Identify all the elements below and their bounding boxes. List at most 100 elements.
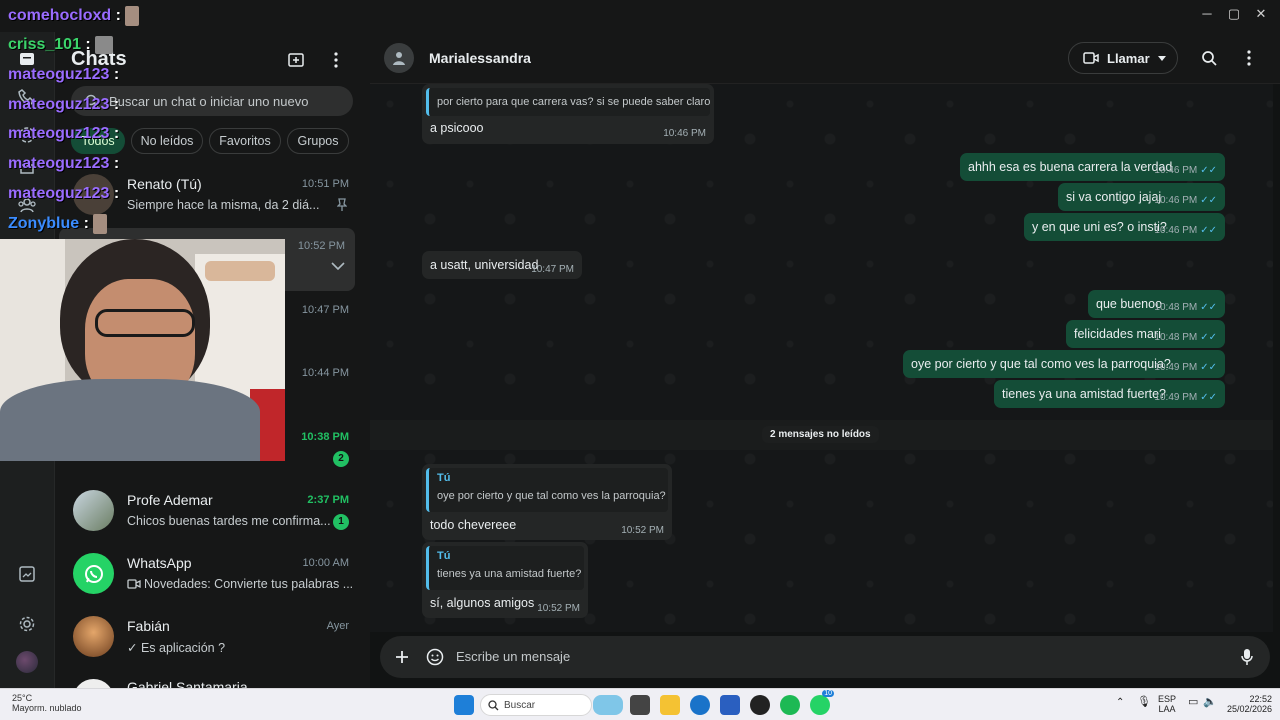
attach-plus-icon[interactable] [390, 645, 414, 669]
message-input[interactable]: Escribe un mensaje [456, 649, 570, 664]
quoted-author: Tú [437, 472, 451, 484]
profile-avatar[interactable] [14, 649, 40, 675]
quoted-message[interactable]: Tú tienes ya una amistad fuerte? [426, 546, 584, 590]
chat-preview: Siempre hace la misma, da 2 diá... [127, 198, 320, 212]
chat-row-fabian[interactable]: Fabián Ayer ✓ Es aplicación ? [55, 608, 363, 671]
chat-row-whatsapp[interactable]: WhatsApp 10:00 AM Novedades: Convierte t… [55, 545, 363, 608]
sticker-emoji-icon[interactable] [423, 645, 447, 669]
message-time: 10:48 PM [1154, 302, 1198, 313]
avatar [73, 490, 114, 531]
message-text: si va contigo jajaj [1066, 190, 1162, 204]
message-outgoing[interactable]: si va contigo jajaj 10:46 PM ✓✓ [1058, 183, 1225, 211]
message-text: y en que uni es? o insti? [1032, 220, 1167, 234]
new-chat-icon[interactable] [284, 48, 308, 72]
quoted-message[interactable]: Tú oye por cierto y que tal como ves la … [426, 468, 668, 512]
message-time: 10:49 PM [1154, 362, 1198, 373]
maximize-button[interactable]: ▢ [1222, 4, 1246, 24]
search-icon[interactable] [1197, 46, 1221, 70]
media-icon[interactable] [14, 561, 40, 587]
tray-chevron-icon[interactable]: ⌃ [1116, 698, 1124, 708]
filter-no-leidos[interactable]: No leídos [131, 128, 203, 154]
webcam-overlay [0, 239, 285, 461]
quoted-text: oye por cierto y que tal como ves la par… [437, 490, 666, 502]
windows-taskbar: 25°C Mayorm. nublado Buscar 10 ⌃ 🎙 ESP L… [0, 688, 1280, 720]
chevron-down-icon[interactable] [331, 262, 345, 270]
message-composer[interactable]: Escribe un mensaje [380, 636, 1270, 678]
filter-grupos[interactable]: Grupos [287, 128, 349, 154]
message-incoming[interactable]: Tú tienes ya una amistad fuerte? sí, alg… [422, 542, 588, 618]
chat-time: 10:52 PM [297, 240, 345, 252]
filter-favoritos[interactable]: Favoritos [209, 128, 281, 154]
filter-todos[interactable]: Todos [71, 128, 125, 154]
message-outgoing[interactable]: que buenoo 10:48 PM ✓✓ [1088, 290, 1225, 318]
network-icon[interactable]: ▭ [1188, 697, 1198, 708]
unread-badge: 1 [333, 514, 349, 530]
unread-divider: 2 mensajes no leídos [370, 420, 1273, 450]
search-icon [488, 700, 499, 711]
microphone-tray-icon[interactable]: 🎙 [1137, 697, 1151, 708]
read-ticks-icon: ✓✓ [1200, 392, 1217, 403]
settings-icon[interactable] [14, 611, 40, 637]
message-outgoing[interactable]: y en que uni es? o insti? 10:46 PM ✓✓ [1024, 213, 1225, 241]
chat-row-renato[interactable]: Renato (Tú) 10:51 PM Siempre hace la mis… [55, 166, 363, 229]
read-ticks-icon: ✓✓ [1200, 165, 1217, 176]
quoted-message[interactable]: por cierto para que carrera vas? si se p… [426, 88, 710, 116]
call-button[interactable]: Llamar [1068, 42, 1178, 74]
search-icon [85, 94, 99, 108]
task-view-icon[interactable] [630, 695, 650, 715]
message-outgoing[interactable]: felicidades mari 10:48 PM ✓✓ [1066, 320, 1225, 348]
video-icon [127, 579, 141, 589]
chat-time: 10:00 AM [302, 557, 349, 569]
chat-time: 10:47 PM [301, 304, 349, 316]
store-icon[interactable] [720, 695, 740, 715]
contact-name[interactable]: Marialessandra [429, 50, 531, 66]
read-ticks-icon: ✓✓ [1200, 332, 1217, 343]
message-time: 10:46 PM [1154, 225, 1198, 236]
read-ticks-icon: ✓✓ [1200, 225, 1217, 236]
minimize-button[interactable]: ─ [1195, 4, 1219, 24]
chats-icon[interactable] [14, 46, 40, 72]
message-incoming[interactable]: por cierto para que carrera vas? si se p… [422, 84, 714, 144]
message-text: ahhh esa es buena carrera la verdad [968, 160, 1173, 174]
language-indicator[interactable]: ESP LAA [1158, 694, 1176, 714]
message-incoming[interactable]: Tú oye por cierto y que tal como ves la … [422, 464, 672, 540]
read-ticks-icon: ✓✓ [1200, 362, 1217, 373]
clock[interactable]: 22:52 25/02/2026 [1226, 694, 1272, 714]
message-incoming[interactable]: a usatt, universidad 10:47 PM [422, 251, 582, 279]
status-icon[interactable] [14, 122, 40, 148]
taskbar-search[interactable]: Buscar [480, 694, 623, 716]
microphone-icon[interactable] [1235, 645, 1259, 669]
weather-widget[interactable]: 25°C Mayorm. nublado [12, 693, 82, 713]
chat-time: 2:37 PM [307, 494, 349, 506]
chat-search-input[interactable]: Buscar un chat o iniciar uno nuevo [71, 86, 353, 116]
chat-row-profe-ademar[interactable]: Profe Ademar 2:37 PM Chicos buenas tarde… [55, 482, 363, 545]
chat-row-gabriel[interactable]: Gabriel Santamaria [55, 671, 363, 688]
start-windows-icon[interactable] [454, 695, 474, 715]
contact-avatar[interactable] [384, 43, 414, 73]
close-button[interactable]: ✕ [1249, 4, 1273, 24]
message-text: tienes ya una amistad fuerte? [1002, 387, 1166, 401]
edge-icon[interactable] [690, 695, 710, 715]
message-outgoing[interactable]: ahhh esa es buena carrera la verdad 10:4… [960, 153, 1225, 181]
channels-icon[interactable] [14, 156, 40, 182]
menu-kebab-icon[interactable] [324, 48, 348, 72]
chat-time: 10:44 PM [301, 367, 349, 379]
caret-down-icon [1157, 55, 1166, 61]
message-time: 10:46 PM [1154, 195, 1198, 206]
title-bar: ─ ▢ ✕ [0, 0, 1280, 32]
chat-name: Fabián [127, 618, 170, 634]
spotify-icon[interactable] [780, 695, 800, 715]
volume-icon[interactable]: 🔈 [1203, 697, 1217, 708]
menu-kebab-icon[interactable] [1237, 46, 1261, 70]
calls-icon[interactable] [14, 84, 40, 110]
message-text: oye por cierto y que tal como ves la par… [911, 357, 1171, 371]
whatsapp-logo-icon [73, 553, 114, 594]
lang-code: ESP [1158, 694, 1177, 704]
message-time: 10:48 PM [1154, 332, 1198, 343]
obs-icon[interactable] [750, 695, 770, 715]
communities-icon[interactable] [14, 192, 40, 218]
message-outgoing[interactable]: oye por cierto y que tal como ves la par… [903, 350, 1225, 378]
file-explorer-icon[interactable] [660, 695, 680, 715]
message-outgoing[interactable]: tienes ya una amistad fuerte? 10:49 PM ✓✓ [994, 380, 1225, 408]
whatsapp-taskbar-icon[interactable]: 10 [810, 690, 834, 715]
